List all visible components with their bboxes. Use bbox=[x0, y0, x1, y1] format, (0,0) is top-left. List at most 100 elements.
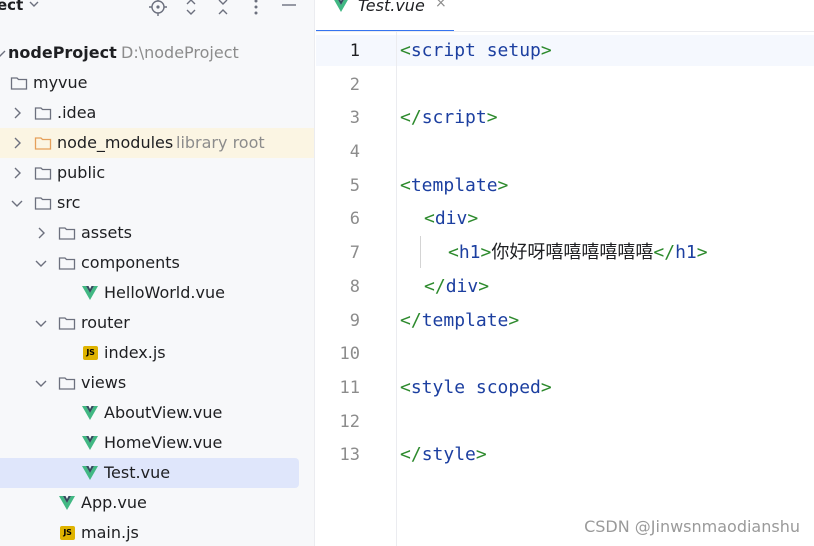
tree-item-src[interactable]: src bbox=[0, 188, 314, 218]
tree-item-nodeproject[interactable]: nodeProject D:\nodeProject bbox=[0, 38, 314, 68]
vue-icon bbox=[82, 406, 98, 420]
tree-item-main-js[interactable]: JS main.js bbox=[0, 518, 314, 546]
chevron-right-icon[interactable] bbox=[9, 105, 25, 121]
gutter-divider bbox=[396, 32, 397, 546]
vue-icon bbox=[334, 0, 348, 12]
code-token: </ bbox=[400, 444, 422, 465]
tree-item-idea[interactable]: .idea bbox=[0, 98, 314, 128]
code-line-13[interactable]: </style> bbox=[400, 438, 487, 472]
code-token: > bbox=[497, 175, 509, 196]
code-editor[interactable]: Test.vue × 1 2 3 4 5 6 7 8 9 10 11 12 13… bbox=[316, 0, 814, 546]
js-icon: JS bbox=[83, 346, 98, 360]
chevron-down-icon[interactable] bbox=[33, 255, 49, 271]
code-token: scoped bbox=[465, 377, 541, 398]
folder-icon bbox=[10, 77, 28, 90]
expand-all-icon[interactable] bbox=[181, 0, 201, 17]
tree-item-label: public bbox=[57, 163, 106, 182]
code-line-11[interactable]: <style scoped> bbox=[400, 371, 552, 405]
line-number: 5 bbox=[349, 176, 360, 196]
library-folder-icon bbox=[34, 137, 52, 150]
chevron-down-icon[interactable] bbox=[9, 195, 25, 211]
code-token: > bbox=[486, 107, 498, 128]
code-line-1[interactable]: <script setup> bbox=[400, 34, 552, 68]
chevron-down-icon[interactable] bbox=[33, 375, 49, 391]
vue-icon bbox=[82, 466, 98, 480]
code-token: > bbox=[508, 310, 520, 331]
tree-item-node-modules[interactable]: node_modules library root bbox=[0, 128, 314, 158]
code-line-8[interactable]: </div> bbox=[424, 270, 489, 304]
code-token: > bbox=[478, 276, 490, 297]
code-token: h1 bbox=[675, 242, 697, 263]
tree-item-app-vue[interactable]: App.vue bbox=[0, 488, 314, 518]
tree-item-components[interactable]: components bbox=[0, 248, 314, 278]
tree-item-index-js[interactable]: JS index.js bbox=[0, 338, 314, 368]
tree-item-views[interactable]: views bbox=[0, 368, 314, 398]
code-token: < bbox=[400, 377, 411, 398]
tree-item-aboutview[interactable]: AboutView.vue bbox=[0, 398, 314, 428]
tree-item-router[interactable]: router bbox=[0, 308, 314, 338]
code-token: > bbox=[540, 377, 552, 398]
tree-item-assets[interactable]: assets bbox=[0, 218, 314, 248]
code-token: div bbox=[445, 276, 479, 297]
folder-icon bbox=[58, 227, 76, 240]
tree-item-path: D:\nodeProject bbox=[121, 43, 239, 62]
code-token: style bbox=[421, 444, 476, 465]
tree-item-label: main.js bbox=[81, 523, 139, 542]
code-token: > bbox=[475, 444, 487, 465]
tab-test-vue[interactable]: Test.vue × bbox=[316, 0, 456, 31]
code-token: < bbox=[424, 208, 435, 229]
chevron-down-icon[interactable] bbox=[0, 45, 8, 61]
code-token: script bbox=[421, 107, 487, 128]
chevron-right-icon[interactable] bbox=[9, 135, 25, 151]
vue-icon bbox=[82, 436, 98, 450]
chevron-down-icon[interactable] bbox=[27, 0, 41, 11]
chevron-right-icon[interactable] bbox=[9, 165, 25, 181]
folder-icon bbox=[34, 197, 52, 210]
tree-item-label: router bbox=[81, 313, 130, 332]
collapse-all-icon[interactable] bbox=[213, 0, 233, 17]
line-number: 3 bbox=[349, 108, 360, 128]
line-number: 11 bbox=[339, 378, 360, 398]
tree-item-myvue[interactable]: myvue bbox=[0, 68, 314, 98]
minimize-icon[interactable] bbox=[279, 0, 299, 17]
tree-item-label: node_modules bbox=[57, 133, 174, 152]
code-token: > bbox=[480, 242, 492, 263]
line-number: 7 bbox=[349, 243, 360, 263]
line-number: 1 bbox=[349, 41, 360, 61]
code-line-7[interactable]: <h1>你好呀嘻嘻嘻嘻嘻嘻</h1> bbox=[448, 236, 708, 270]
line-number: 4 bbox=[349, 142, 360, 162]
tree-item-test-vue[interactable]: Test.vue bbox=[0, 458, 299, 488]
folder-icon bbox=[34, 167, 52, 180]
close-icon[interactable]: × bbox=[435, 0, 447, 11]
locate-icon[interactable] bbox=[148, 0, 168, 17]
code-token: script bbox=[410, 40, 476, 61]
code-line-9[interactable]: </template> bbox=[400, 304, 519, 338]
line-number: 10 bbox=[339, 344, 360, 364]
tree-item-label: HomeView.vue bbox=[104, 433, 223, 452]
tree-item-label: AboutView.vue bbox=[104, 403, 223, 422]
more-options-icon[interactable] bbox=[246, 0, 266, 17]
code-token: > bbox=[467, 208, 479, 229]
code-line-5[interactable]: <template> bbox=[400, 169, 508, 203]
tree-item-public[interactable]: public bbox=[0, 158, 314, 188]
panel-title[interactable]: ect bbox=[0, 0, 23, 14]
tab-label: Test.vue bbox=[358, 0, 425, 15]
chevron-right-icon[interactable] bbox=[33, 225, 49, 241]
code-token: template bbox=[421, 310, 509, 331]
code-token: < bbox=[400, 175, 411, 196]
tree-item-label: nodeProject bbox=[8, 43, 117, 62]
tree-item-label: HelloWorld.vue bbox=[104, 283, 225, 302]
tree-item-label: src bbox=[57, 193, 81, 212]
folder-icon bbox=[58, 317, 76, 330]
code-line-3[interactable]: </script> bbox=[400, 101, 498, 135]
tree-item-homeview[interactable]: HomeView.vue bbox=[0, 428, 314, 458]
tree-item-label: Test.vue bbox=[104, 463, 171, 482]
tree-item-helloworld[interactable]: HelloWorld.vue bbox=[0, 278, 314, 308]
chevron-down-icon[interactable] bbox=[33, 315, 49, 331]
tree-item-label: views bbox=[81, 373, 127, 392]
code-line-6[interactable]: <div> bbox=[424, 202, 478, 236]
vue-icon bbox=[82, 286, 98, 300]
panel-header: ect bbox=[0, 0, 314, 22]
tree-item-label: myvue bbox=[33, 73, 88, 92]
code-token: style bbox=[410, 377, 466, 398]
